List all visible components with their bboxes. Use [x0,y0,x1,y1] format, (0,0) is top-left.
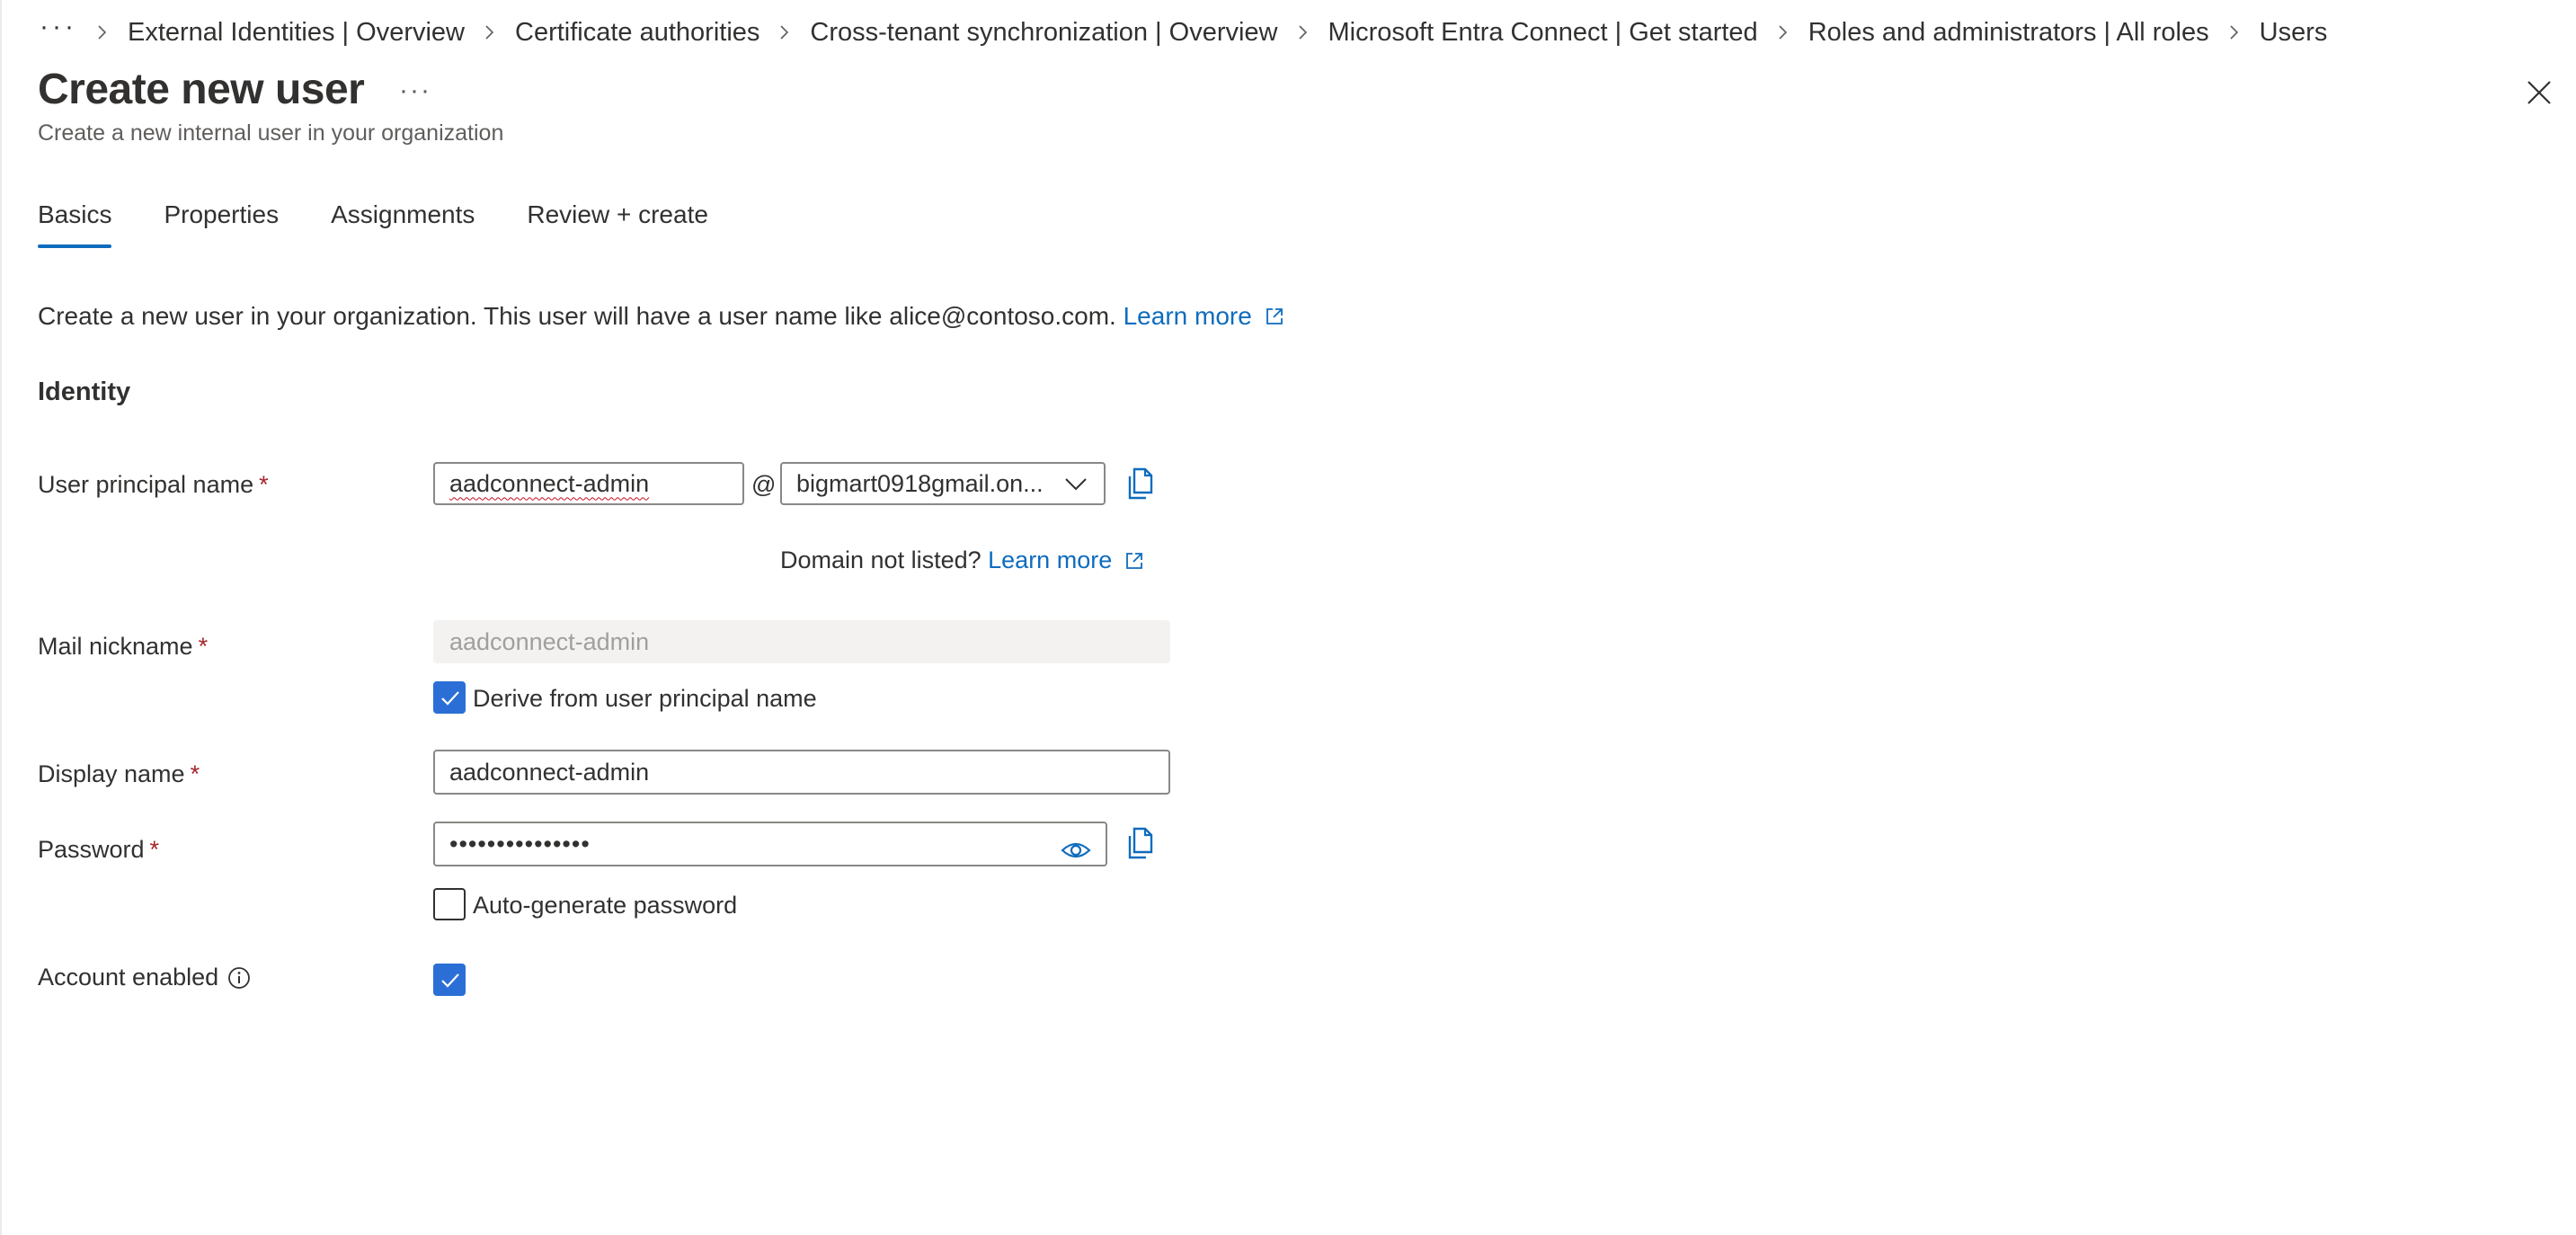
breadcrumb-item-users[interactable]: Users [2260,18,2328,48]
chevron-right-icon [1298,23,1309,41]
derive-from-upn-label: Derive from user principal name [473,685,817,712]
intro-text: Create a new user in your organization. … [38,302,1284,331]
display-name-label-text: Display name [38,760,185,787]
mail-nickname-input: aadconnect-admin [433,620,1170,663]
required-marker: * [149,836,160,863]
breadcrumb-item-roles-admins[interactable]: Roles and administrators | All roles [1808,18,2209,48]
auto-generate-password-label: Auto-generate password [473,892,738,919]
more-options-button[interactable]: ··· [399,76,431,106]
tab-review-create[interactable]: Review + create [527,198,708,250]
copy-password-button[interactable] [1125,825,1158,861]
upn-input-value: aadconnect-admin [449,469,650,497]
domain-learn-more-link[interactable]: Learn more [988,546,1112,574]
account-enabled-label: Account enabled [38,964,219,991]
display-name-label: Display name * [38,760,200,788]
upn-label: User principal name * [38,471,269,499]
page-subtitle: Create a new internal user in your organ… [38,120,504,146]
breadcrumb-item-certificate-authorities[interactable]: Certificate authorities [515,18,759,48]
close-icon [2527,81,2551,104]
required-marker: * [198,633,209,660]
identity-section-title: Identity [38,378,131,406]
auto-generate-password-checkbox[interactable] [433,888,466,920]
info-icon[interactable] [227,965,252,991]
eye-icon[interactable] [1061,840,1091,861]
chevron-down-icon [1065,478,1087,491]
breadcrumb-item-cross-tenant-sync[interactable]: Cross-tenant synchronization | Overview [810,18,1277,48]
copy-icon [1128,827,1153,859]
chevron-right-icon [97,23,108,41]
tab-basics[interactable]: Basics [38,198,112,250]
display-name-input[interactable]: aadconnect-admin [433,750,1170,795]
at-symbol: @ [751,471,777,498]
mail-nickname-value: aadconnect-admin [449,627,650,655]
account-enabled-checkbox[interactable] [433,964,466,996]
password-label: Password * [38,836,159,864]
password-value: ••••••••••••••• [449,830,591,857]
required-marker: * [259,471,269,498]
learn-more-link[interactable]: Learn more [1124,302,1252,331]
mail-nickname-label: Mail nickname * [38,633,208,661]
checkmark-icon [441,691,459,706]
breadcrumb-item-external-identities[interactable]: External Identities | Overview [128,18,465,48]
close-button[interactable] [2524,77,2554,108]
intro-description: Create a new user in your organization. … [38,302,1116,330]
upn-label-text: User principal name [38,471,254,498]
left-divider [0,0,2,1235]
mail-nickname-label-text: Mail nickname [38,633,193,660]
external-link-icon [1266,308,1283,324]
checkmark-icon [441,973,459,988]
tab-assignments[interactable]: Assignments [331,198,475,250]
domain-dropdown-value: bigmart0918gmail.on... [796,469,1044,497]
breadcrumb-overflow-button[interactable]: ··· [40,13,77,40]
domain-note-text: Domain not listed? [780,546,982,573]
breadcrumb: ··· External Identities | Overview Certi… [40,13,2347,52]
chevron-right-icon [1778,23,1789,41]
password-label-text: Password [38,836,145,863]
tab-properties[interactable]: Properties [164,198,279,250]
chevron-right-icon [484,23,495,41]
display-name-value: aadconnect-admin [449,758,650,786]
external-link-icon [1126,552,1143,569]
copy-upn-button[interactable] [1125,466,1158,502]
password-input[interactable]: ••••••••••••••• [433,822,1107,866]
chevron-right-icon [2229,23,2240,41]
copy-icon [1128,467,1153,500]
create-user-page: ··· External Identities | Overview Certi… [0,0,2576,1235]
tab-list: Basics Properties Assignments Review + c… [38,198,760,250]
breadcrumb-item-entra-connect[interactable]: Microsoft Entra Connect | Get started [1328,18,1758,48]
page-title: Create new user [38,66,365,113]
derive-from-upn-checkbox[interactable] [433,681,466,714]
domain-not-listed: Domain not listed? Learn more [780,546,1144,574]
upn-input[interactable]: aadconnect-admin [433,462,744,505]
chevron-right-icon [779,23,790,41]
domain-dropdown[interactable]: bigmart0918gmail.on... [780,462,1106,505]
required-marker: * [190,760,200,787]
